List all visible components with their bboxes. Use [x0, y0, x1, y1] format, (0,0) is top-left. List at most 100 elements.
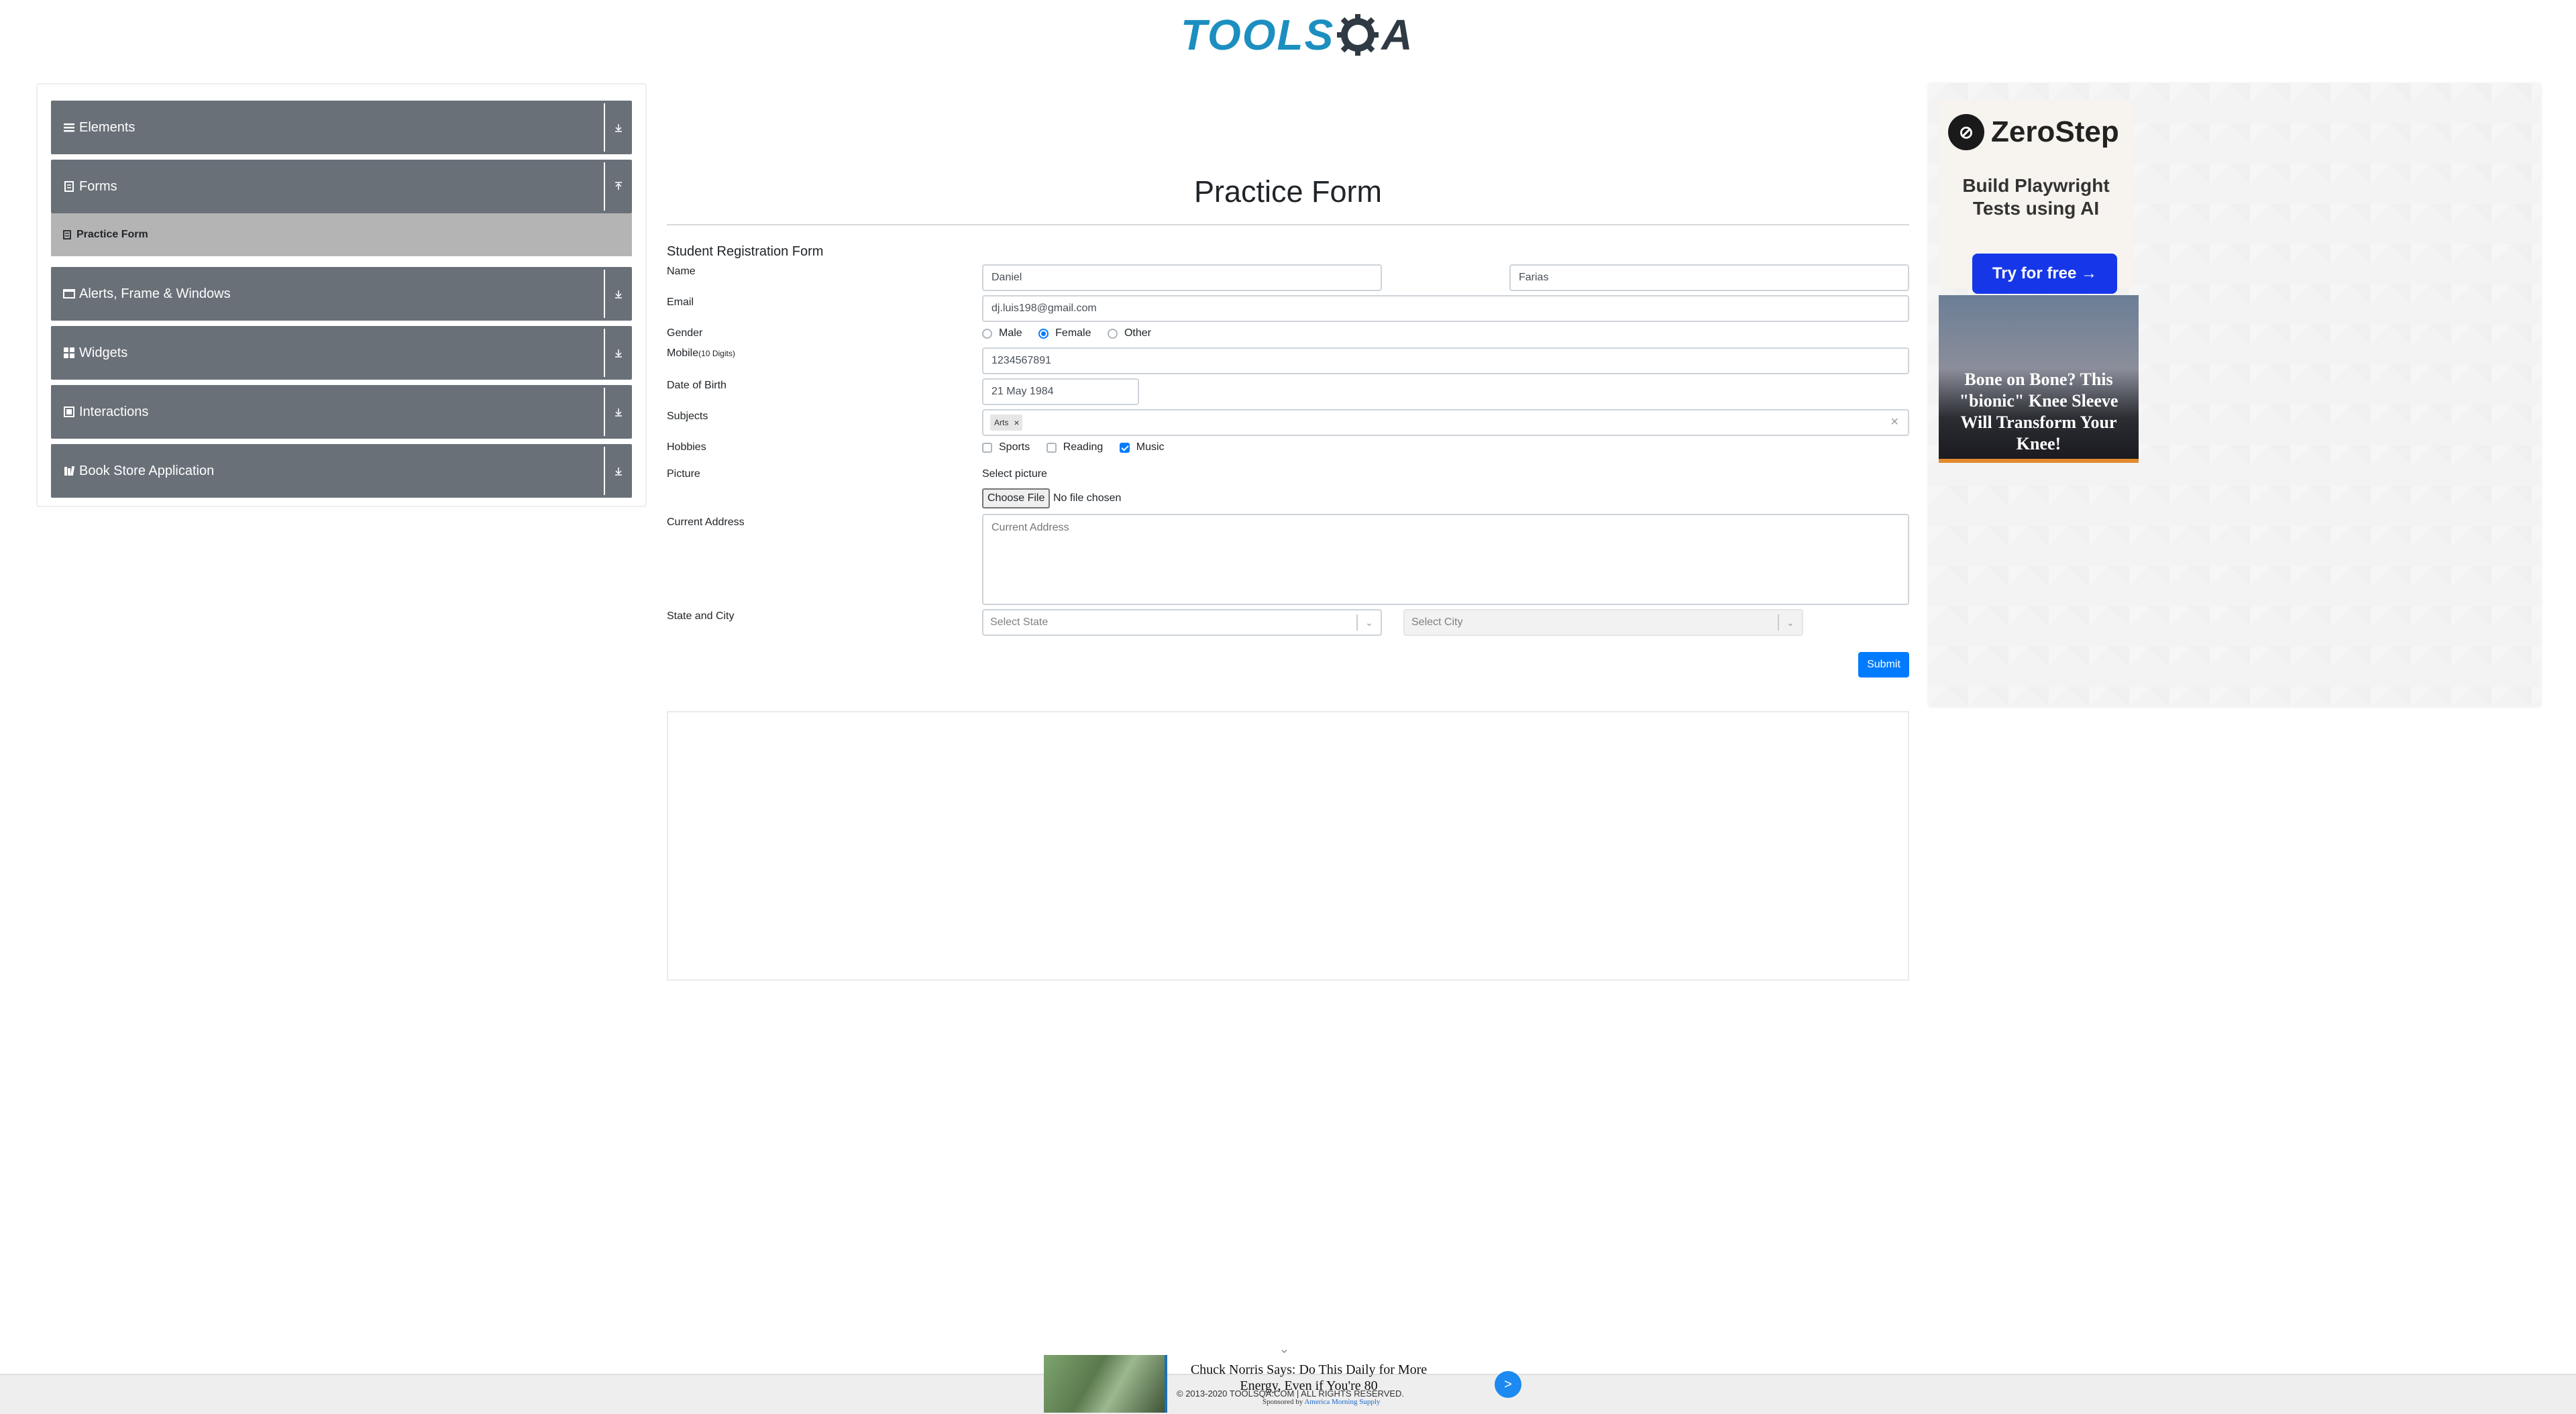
- window-icon: [63, 289, 75, 298]
- try-free-button[interactable]: Try for free →: [1972, 254, 2117, 294]
- sidebar-group-interactions[interactable]: Interactions: [51, 385, 632, 439]
- chevron-down-icon: ⌄: [1356, 614, 1381, 631]
- sidebar-group-label: Alerts, Frame & Windows: [79, 286, 231, 301]
- subjects-input[interactable]: Arts × ×: [982, 409, 1909, 436]
- checkbox-box: [982, 442, 992, 453]
- gender-other-radio[interactable]: Other: [1107, 327, 1151, 339]
- address-textarea[interactable]: Current Address: [982, 514, 1909, 605]
- city-select[interactable]: Select City ⌄: [1403, 609, 1803, 636]
- sidebar-group-label: Widgets: [79, 345, 128, 360]
- interactions-icon: [64, 406, 74, 417]
- first-name-input[interactable]: Daniel: [982, 264, 1382, 291]
- radio-label: Other: [1124, 327, 1151, 339]
- zerostep-ad[interactable]: ⊘ ZeroStep Build Playwright Tests using …: [1939, 101, 2133, 294]
- picture-label: Picture: [667, 468, 700, 480]
- subjects-label: Subjects: [667, 411, 708, 422]
- sidebar-group-label: Forms: [79, 178, 117, 194]
- gender-group: Male Female Other: [982, 327, 1165, 342]
- hobby-music-checkbox[interactable]: Music: [1119, 441, 1165, 453]
- toolsqa-logo[interactable]: TOOLS A: [1181, 9, 1413, 60]
- sidebar-group-label: Book Store Application: [79, 463, 215, 478]
- header: TOOLS A: [0, 0, 2576, 67]
- email-label: Email: [667, 296, 694, 308]
- sponsor-name[interactable]: America Morning Supply: [1304, 1398, 1380, 1406]
- submit-button[interactable]: Submit: [1858, 652, 1909, 677]
- checkbox-box: [1046, 442, 1057, 453]
- ad-go-button[interactable]: >: [1495, 1371, 1521, 1398]
- zerostep-brand: ZeroStep: [1991, 115, 2119, 148]
- bookstore-icon: [64, 466, 75, 476]
- hobby-sports-checkbox[interactable]: Sports: [982, 441, 1030, 453]
- dob-input[interactable]: 21 May 1984: [982, 378, 1139, 405]
- ad-placeholder: [667, 711, 1909, 981]
- mobile-label: Mobile(10 Digits): [667, 347, 735, 360]
- radio-label: Female: [1055, 327, 1091, 339]
- zerostep-logo: ⊘ ZeroStep: [1948, 114, 2119, 150]
- divider: [667, 224, 1909, 225]
- gear-icon: [1337, 14, 1379, 56]
- form-icon: [63, 230, 71, 239]
- widgets-icon: [64, 347, 74, 358]
- sidebar: Elements Forms Practice Form Alerts, Fra…: [36, 83, 647, 507]
- sidebar-item-practice-form[interactable]: Practice Form: [51, 213, 632, 256]
- page-title: Practice Form: [1193, 174, 1383, 209]
- file-status: No file chosen: [1053, 492, 1122, 504]
- chip-label: Arts: [994, 418, 1009, 427]
- sidebar-group-label: Elements: [79, 119, 136, 135]
- state-select[interactable]: Select State ⌄: [982, 609, 1382, 636]
- chevron-down-icon: ⌄: [1778, 614, 1802, 631]
- checkbox-box-checked: [1119, 442, 1130, 453]
- sidebar-group-label: Interactions: [79, 404, 149, 419]
- list-icon: [64, 123, 74, 132]
- sidebar-group-elements[interactable]: Elements: [51, 101, 632, 154]
- clear-icon[interactable]: ×: [1890, 415, 1898, 430]
- expand-icon[interactable]: [604, 270, 632, 318]
- checkbox-label: Music: [1136, 441, 1165, 453]
- address-label: Current Address: [667, 516, 745, 528]
- remove-icon[interactable]: ×: [1014, 417, 1019, 428]
- sidebar-group-alerts[interactable]: Alerts, Frame & Windows: [51, 267, 632, 321]
- radio-circle: [982, 328, 992, 339]
- hobbies-label: Hobbies: [667, 441, 706, 453]
- sidebar-group-widgets[interactable]: Widgets: [51, 326, 632, 380]
- form-title: Student Registration Form: [667, 244, 824, 259]
- mobile-label-text: Mobile: [667, 347, 699, 359]
- collapse-icon[interactable]: [604, 162, 632, 211]
- ad-image: [1044, 1355, 1167, 1413]
- bottom-ad[interactable]: Chuck Norris Says: Do This Daily for Mor…: [1044, 1354, 1527, 1414]
- expand-icon[interactable]: [604, 388, 632, 436]
- gender-male-radio[interactable]: Male: [982, 327, 1022, 339]
- sidebar-group-bookstore[interactable]: Book Store Application: [51, 444, 632, 498]
- expand-icon[interactable]: [604, 103, 632, 152]
- hobby-reading-checkbox[interactable]: Reading: [1046, 441, 1104, 453]
- state-city-label: State and City: [667, 610, 735, 622]
- last-name-input[interactable]: Farias: [1509, 264, 1909, 291]
- radio-label: Male: [999, 327, 1022, 339]
- ad-sponsor: Sponsored by America Morning Supply: [1263, 1398, 1380, 1406]
- expand-icon[interactable]: [604, 329, 632, 377]
- radio-circle-checked: [1038, 328, 1049, 339]
- email-field[interactable]: dj.luis198@gmail.com: [982, 295, 1909, 322]
- state-placeholder: Select State: [990, 616, 1049, 628]
- name-label: Name: [667, 266, 696, 277]
- expand-icon[interactable]: [604, 447, 632, 495]
- mobile-hint: (10 Digits): [698, 349, 735, 358]
- hobbies-group: Sports Reading Music: [982, 441, 1178, 456]
- select-picture-label: Select picture: [982, 468, 1047, 480]
- gender-female-radio[interactable]: Female: [1038, 327, 1091, 339]
- knee-ad-text: Bone on Bone? This "bionic" Knee Sleeve …: [1959, 370, 2118, 453]
- copyright: © 2013-2020 TOOLSQA.COM | ALL RIGHTS RES…: [1177, 1389, 1405, 1399]
- mobile-input[interactable]: 1234567891: [982, 347, 1909, 374]
- knee-sleeve-ad[interactable]: Bone on Bone? This "bionic" Knee Sleeve …: [1939, 295, 2139, 463]
- choose-file-button[interactable]: Choose File: [982, 488, 1051, 508]
- radio-circle: [1107, 328, 1118, 339]
- sponsor-prefix: Sponsored by: [1263, 1398, 1303, 1406]
- logo-suffix: A: [1381, 11, 1413, 59]
- zerostep-icon: ⊘: [1948, 114, 1984, 150]
- logo-text: TOOLS: [1181, 11, 1335, 59]
- form-icon: [64, 181, 74, 192]
- checkbox-label: Reading: [1063, 441, 1104, 453]
- sidebar-group-forms[interactable]: Forms: [51, 160, 632, 213]
- sidebar-item-label: Practice Form: [76, 229, 148, 240]
- right-ad: ⊘ ZeroStep Build Playwright Tests using …: [1928, 83, 2541, 707]
